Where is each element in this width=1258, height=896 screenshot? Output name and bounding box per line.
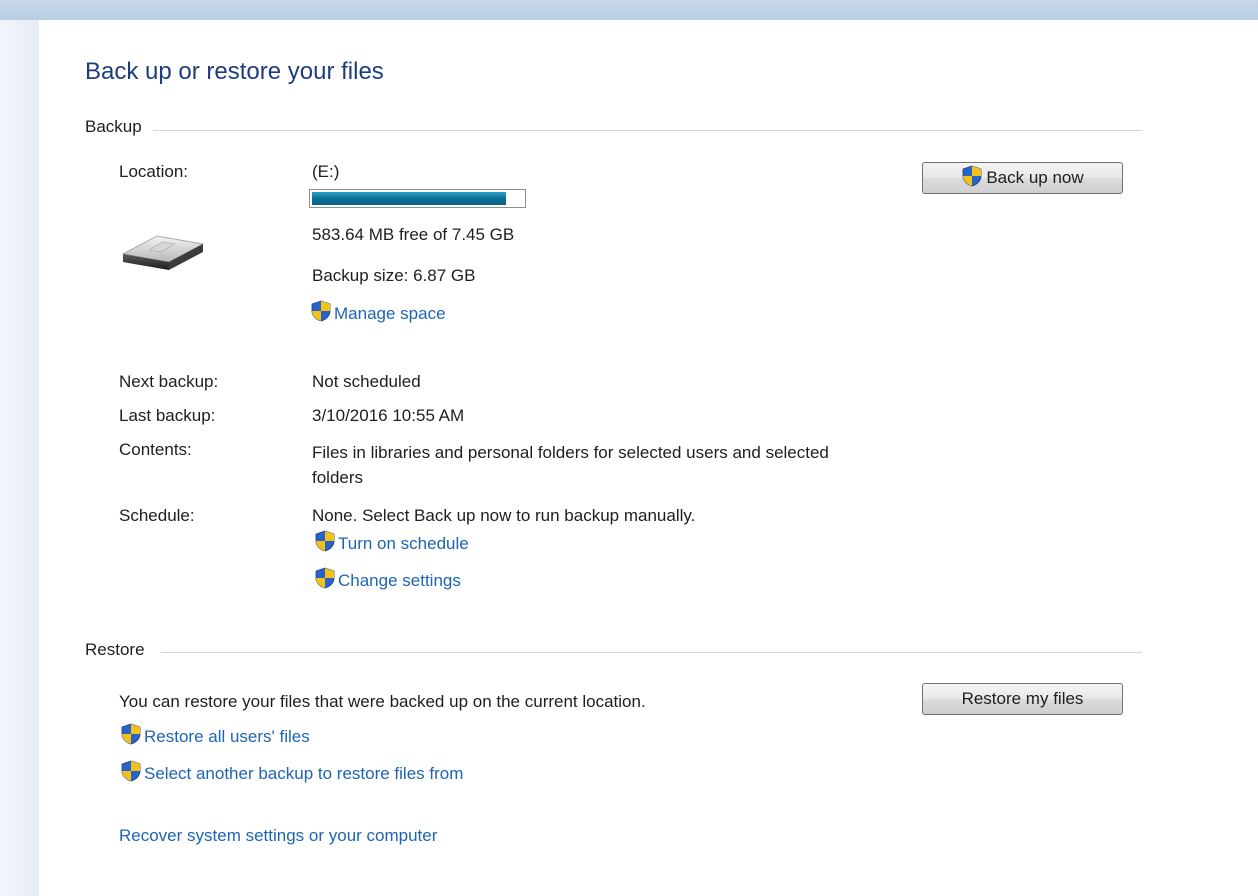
select-another-backup-link-label[interactable]: Select another backup to restore files f… [144,764,463,784]
recover-system-settings-link-label[interactable]: Recover system settings or your computer [119,826,437,846]
uac-shield-icon [310,300,332,327]
recover-system-settings-link[interactable]: Recover system settings or your computer [119,826,437,846]
page-title: Back up or restore your files [85,58,384,85]
backup-size-text: Backup size: 6.87 GB [312,266,476,285]
restore-my-files-button[interactable]: Restore my files [922,683,1123,715]
uac-shield-icon [120,760,142,787]
last-backup-value: 3/10/2016 10:55 AM [312,406,465,425]
select-another-backup-link[interactable]: Select another backup to restore files f… [120,760,463,787]
next-backup-value: Not scheduled [312,372,421,391]
turn-on-schedule-link[interactable]: Turn on schedule [314,530,469,557]
turn-on-schedule-link-label[interactable]: Turn on schedule [338,534,469,554]
uac-shield-icon [314,530,336,557]
next-backup-label: Next backup: [119,372,219,391]
backup-section-divider [153,130,1142,131]
back-up-now-button-label[interactable]: Back up now [986,168,1083,188]
uac-shield-icon [120,723,142,750]
free-space-text: 583.64 MB free of 7.45 GB [312,225,515,244]
drive-usage-bar [309,189,526,208]
backup-section-label: Backup [85,117,142,136]
restore-section-divider [161,652,1142,653]
drive-usage-bar-fill [312,192,506,205]
restore-all-users-files-link-label[interactable]: Restore all users' files [144,727,310,747]
manage-space-link-label[interactable]: Manage space [334,304,446,324]
removable-drive-icon [119,228,205,279]
restore-all-users-files-link[interactable]: Restore all users' files [120,723,310,750]
last-backup-label: Last backup: [119,406,216,425]
left-navigation-pane [0,20,39,896]
uac-shield-icon [961,165,983,192]
restore-section-label: Restore [85,640,145,659]
restore-description: You can restore your files that were bac… [119,692,646,711]
contents-label: Contents: [119,440,192,459]
schedule-value: None. Select Back up now to run backup m… [312,506,696,525]
location-label: Location: [119,162,188,181]
change-settings-link[interactable]: Change settings [314,567,461,594]
uac-shield-icon [314,567,336,594]
restore-my-files-button-label[interactable]: Restore my files [962,689,1084,709]
manage-space-link[interactable]: Manage space [310,300,446,327]
schedule-label: Schedule: [119,506,195,525]
location-value: (E:) [312,162,340,181]
window-top-bar [0,0,1258,20]
back-up-now-button[interactable]: Back up now [922,162,1123,194]
change-settings-link-label[interactable]: Change settings [338,571,461,591]
contents-value: Files in libraries and personal folders … [312,443,829,487]
